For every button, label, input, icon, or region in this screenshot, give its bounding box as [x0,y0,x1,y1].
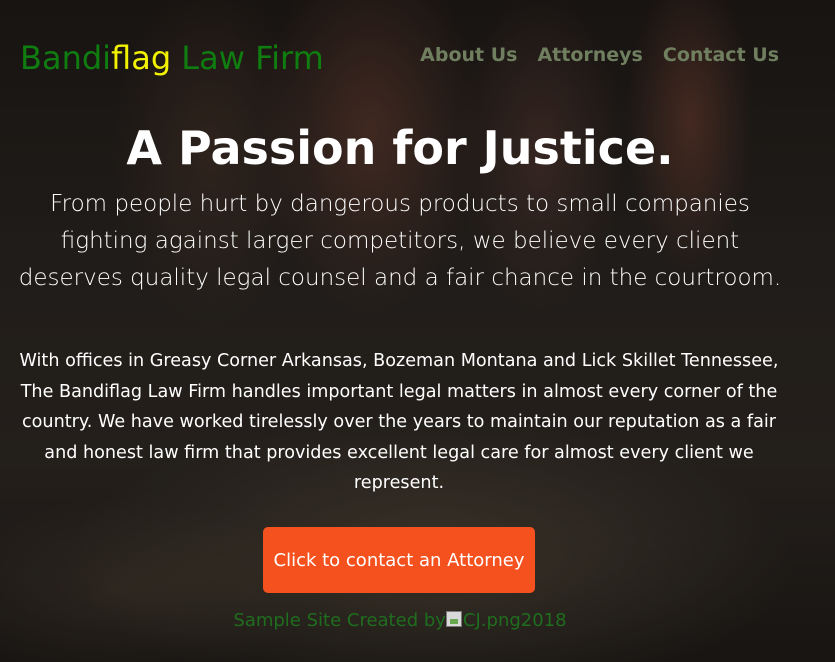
broken-image-glyph [445,611,462,627]
nav-about-us[interactable]: About Us [420,44,517,66]
brand-name-highlight: flag [111,39,172,77]
nav-contact-us[interactable]: Contact Us [663,44,779,66]
brand-logo[interactable]: Bandiflag Law Firm [20,38,324,78]
hero-title: A Passion for Justice. [126,121,674,175]
brand-name-part1: Bandi [20,39,112,77]
brand-name-part3: Law Firm [171,39,324,77]
hero-subtitle: From people hurt by dangerous products t… [18,191,782,291]
footer: Sample Site Created by CJ.png2018 [0,608,800,634]
footer-credit: Sample Site Created by [233,610,446,631]
main-nav: About Us Attorneys Contact Us [420,44,779,66]
contact-attorney-button[interactable]: Click to contact an Attorney [263,527,535,593]
intro-paragraph: With offices in Greasy Corner Arkansas, … [19,351,779,493]
footer-image-alt: CJ.png [462,610,521,631]
broken-image-icon: CJ.png [445,608,521,634]
nav-attorneys[interactable]: Attorneys [537,44,642,66]
footer-year: 2018 [520,610,567,631]
